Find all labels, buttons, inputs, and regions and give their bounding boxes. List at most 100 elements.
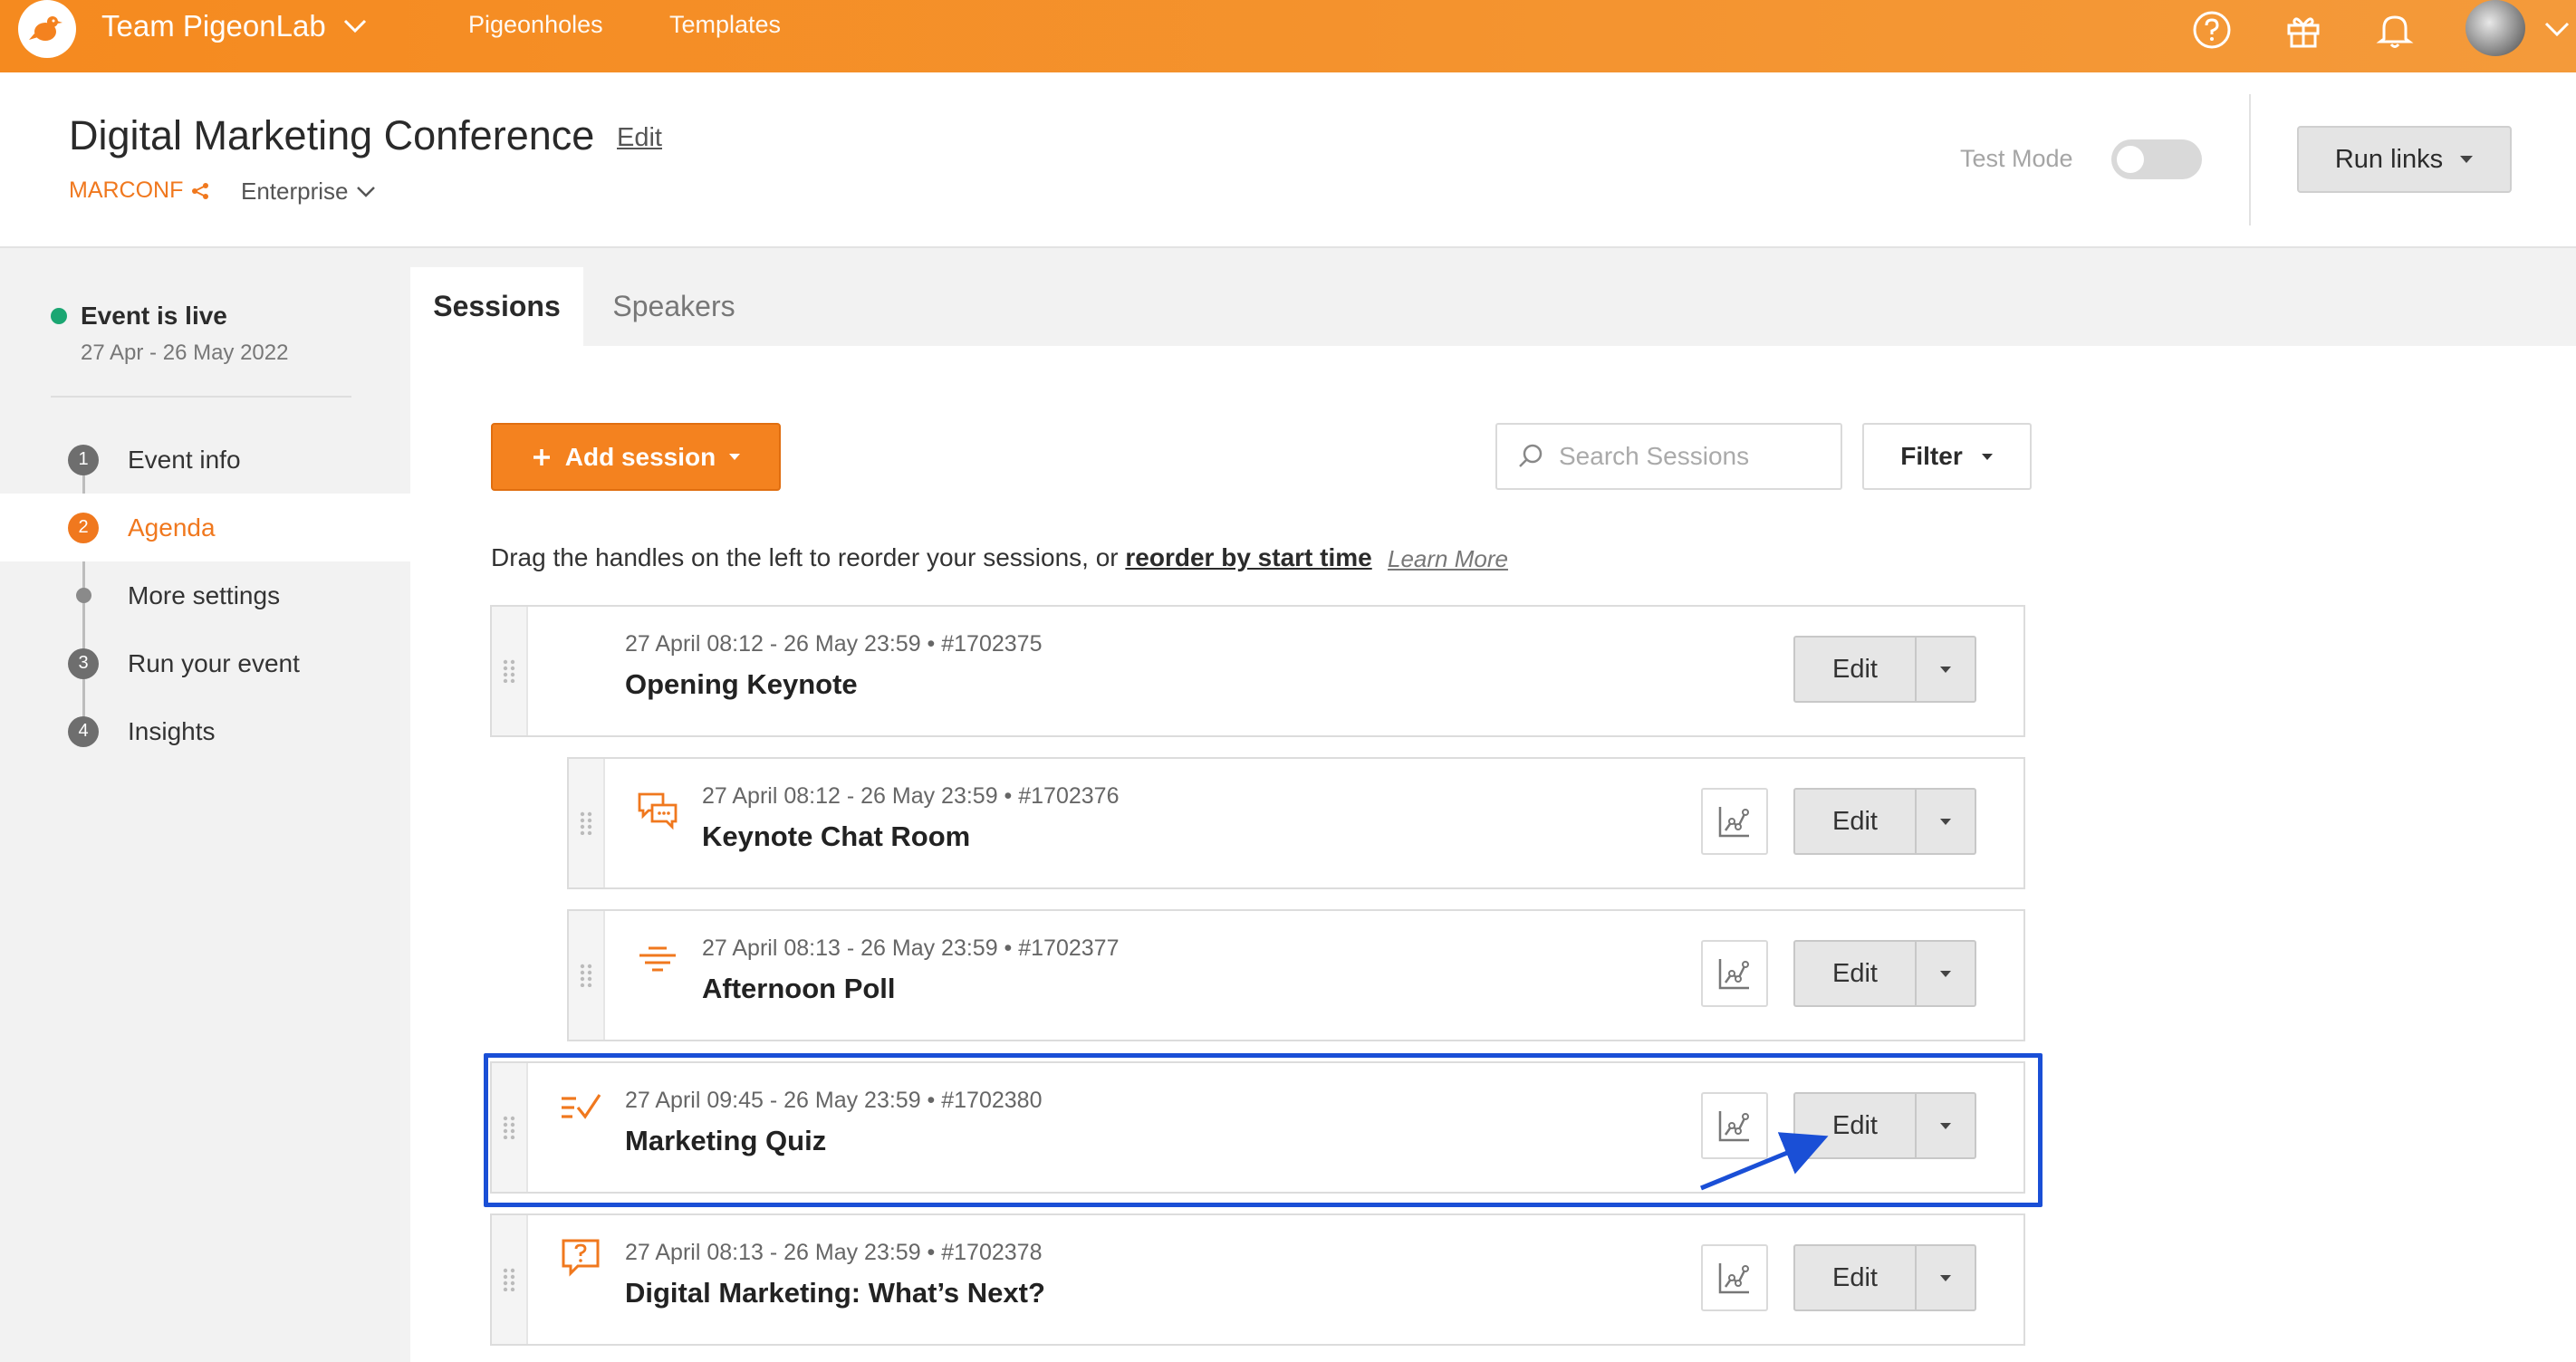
event-code-label: MARCONF bbox=[69, 177, 184, 203]
edit-button[interactable]: Edit bbox=[1795, 1094, 1917, 1157]
caret-down-icon bbox=[1940, 666, 1951, 673]
chart-icon bbox=[1718, 1111, 1749, 1142]
step-number: 3 bbox=[68, 647, 99, 679]
caret-down-icon bbox=[2460, 156, 2474, 163]
chart-icon bbox=[1718, 959, 1749, 990]
drag-handle-icon[interactable] bbox=[492, 1215, 528, 1344]
test-mode-toggle[interactable] bbox=[2111, 139, 2202, 179]
bell-icon[interactable] bbox=[2374, 9, 2416, 51]
edit-button[interactable]: Edit bbox=[1795, 790, 1917, 853]
session-meta: 27 April 08:13 - 26 May 23:59 • #1702377 bbox=[702, 935, 1120, 961]
edit-dropdown-button[interactable] bbox=[1917, 1094, 1975, 1157]
chevron-down-icon[interactable] bbox=[2543, 20, 2571, 38]
share-icon[interactable] bbox=[190, 181, 210, 201]
caret-down-icon bbox=[1940, 1274, 1951, 1281]
toggle-knob bbox=[2117, 146, 2144, 173]
session-row[interactable]: 27 April 08:12 - 26 May 23:59 • #1702376… bbox=[567, 757, 2025, 889]
run-links-label: Run links bbox=[2334, 144, 2444, 174]
chevron-down-icon bbox=[343, 19, 366, 34]
drag-handle-icon[interactable] bbox=[492, 607, 528, 735]
chart-icon bbox=[1718, 807, 1749, 838]
caret-down-icon bbox=[1981, 453, 1993, 460]
pigeon-logo-icon[interactable] bbox=[18, 0, 76, 58]
chart-icon bbox=[1718, 1263, 1749, 1294]
gift-icon[interactable] bbox=[2283, 9, 2324, 51]
sidebar-item-agenda[interactable]: 2 Agenda bbox=[0, 494, 410, 561]
edit-button[interactable]: Edit bbox=[1795, 638, 1917, 701]
sidebar-item-label: More settings bbox=[128, 580, 281, 609]
session-row[interactable]: 27 April 08:12 - 26 May 23:59 • #1702375… bbox=[490, 605, 2025, 737]
quiz-icon bbox=[558, 1085, 603, 1130]
session-row[interactable]: 27 April 08:13 - 26 May 23:59 • #1702377… bbox=[567, 909, 2025, 1041]
insights-button[interactable] bbox=[1701, 1244, 1768, 1311]
edit-dropdown-button[interactable] bbox=[1917, 790, 1975, 853]
edit-dropdown-button[interactable] bbox=[1917, 1246, 1975, 1309]
sidebar-item-insights[interactable]: 4 Insights bbox=[0, 697, 410, 765]
learn-more-link[interactable]: Learn More bbox=[1388, 545, 1508, 573]
session-name[interactable]: Marketing Quiz bbox=[625, 1125, 826, 1157]
session-meta: 27 April 08:12 - 26 May 23:59 • #1702376 bbox=[702, 783, 1120, 809]
sidebar-divider bbox=[51, 396, 351, 398]
edit-dropdown-button[interactable] bbox=[1917, 942, 1975, 1005]
session-name[interactable]: Digital Marketing: What’s Next? bbox=[625, 1277, 1045, 1309]
filter-button[interactable]: Filter bbox=[1862, 423, 2032, 490]
chevron-down-icon bbox=[356, 186, 375, 197]
insights-button[interactable] bbox=[1701, 1092, 1768, 1159]
event-dates: 27 Apr - 26 May 2022 bbox=[81, 340, 289, 365]
run-links-button[interactable]: Run links bbox=[2297, 126, 2512, 193]
edit-button[interactable]: Edit bbox=[1795, 942, 1917, 1005]
insights-button[interactable] bbox=[1701, 788, 1768, 855]
session-name[interactable]: Keynote Chat Room bbox=[702, 820, 970, 853]
top-bar: Team PigeonLab Pigeonholes Templates bbox=[0, 0, 2576, 72]
help-icon[interactable] bbox=[2191, 9, 2233, 51]
divider bbox=[2249, 94, 2251, 225]
session-row[interactable]: 27 April 08:13 - 26 May 23:59 • #1702378… bbox=[490, 1213, 2025, 1346]
hint-text: Drag the handles on the left to reorder … bbox=[491, 543, 1126, 571]
sidebar-item-event-info[interactable]: 1 Event info bbox=[0, 426, 410, 494]
drag-handle-icon[interactable] bbox=[569, 911, 605, 1040]
sidebar-item-more-settings[interactable]: More settings bbox=[0, 561, 410, 629]
session-row[interactable]: 27 April 09:45 - 26 May 23:59 • #1702380… bbox=[490, 1061, 2025, 1194]
test-mode-label: Test Mode bbox=[1960, 145, 2073, 172]
drag-handle-icon[interactable] bbox=[492, 1063, 528, 1192]
plan-label: Enterprise bbox=[241, 177, 349, 205]
session-name[interactable]: Afternoon Poll bbox=[702, 973, 896, 1005]
nav-pigeonholes[interactable]: Pigeonholes bbox=[468, 11, 603, 39]
team-switcher[interactable]: Team PigeonLab bbox=[101, 9, 368, 43]
event-header: Digital Marketing Conference Edit MARCON… bbox=[0, 72, 2576, 248]
add-session-button[interactable]: Add session bbox=[491, 423, 781, 491]
edit-split-button: Edit bbox=[1793, 1244, 1976, 1311]
event-code[interactable]: MARCONF bbox=[69, 177, 210, 204]
session-meta: 27 April 09:45 - 26 May 23:59 • #1702380 bbox=[625, 1088, 1043, 1113]
filter-label: Filter bbox=[1900, 442, 1963, 470]
session-name[interactable]: Opening Keynote bbox=[625, 668, 858, 701]
tab-speakers[interactable]: Speakers bbox=[583, 267, 764, 346]
edit-split-button: Edit bbox=[1793, 1092, 1976, 1159]
plan-selector[interactable]: Enterprise bbox=[241, 177, 376, 206]
session-meta: 27 April 08:13 - 26 May 23:59 • #1702378 bbox=[625, 1240, 1043, 1265]
search-icon bbox=[1519, 444, 1543, 467]
qna-icon bbox=[558, 1235, 603, 1280]
search-sessions[interactable] bbox=[1495, 423, 1842, 490]
edit-button[interactable]: Edit bbox=[1795, 1246, 1917, 1309]
user-avatar[interactable] bbox=[2465, 0, 2525, 56]
poll-icon bbox=[635, 936, 680, 982]
edit-dropdown-button[interactable] bbox=[1917, 638, 1975, 701]
team-name: Team PigeonLab bbox=[101, 9, 326, 43]
sidebar-item-label: Run your event bbox=[128, 648, 300, 677]
tab-sessions[interactable]: Sessions bbox=[410, 267, 583, 346]
sidebar-item-run-your-event[interactable]: 3 Run your event bbox=[0, 629, 410, 697]
drag-handle-icon[interactable] bbox=[569, 759, 605, 887]
edit-title-link[interactable]: Edit bbox=[617, 123, 662, 153]
live-status-dot bbox=[51, 308, 67, 324]
nav-templates[interactable]: Templates bbox=[669, 11, 781, 39]
caret-down-icon bbox=[1940, 818, 1951, 825]
plus-icon bbox=[533, 448, 550, 465]
add-session-label: Add session bbox=[564, 442, 716, 471]
caret-down-icon bbox=[1940, 1122, 1951, 1129]
insights-button[interactable] bbox=[1701, 940, 1768, 1007]
search-input[interactable] bbox=[1559, 442, 1831, 471]
chat-icon bbox=[635, 788, 680, 833]
sidebar-item-label: Event info bbox=[128, 445, 241, 474]
reorder-by-start-time-link[interactable]: reorder by start time bbox=[1125, 543, 1371, 571]
